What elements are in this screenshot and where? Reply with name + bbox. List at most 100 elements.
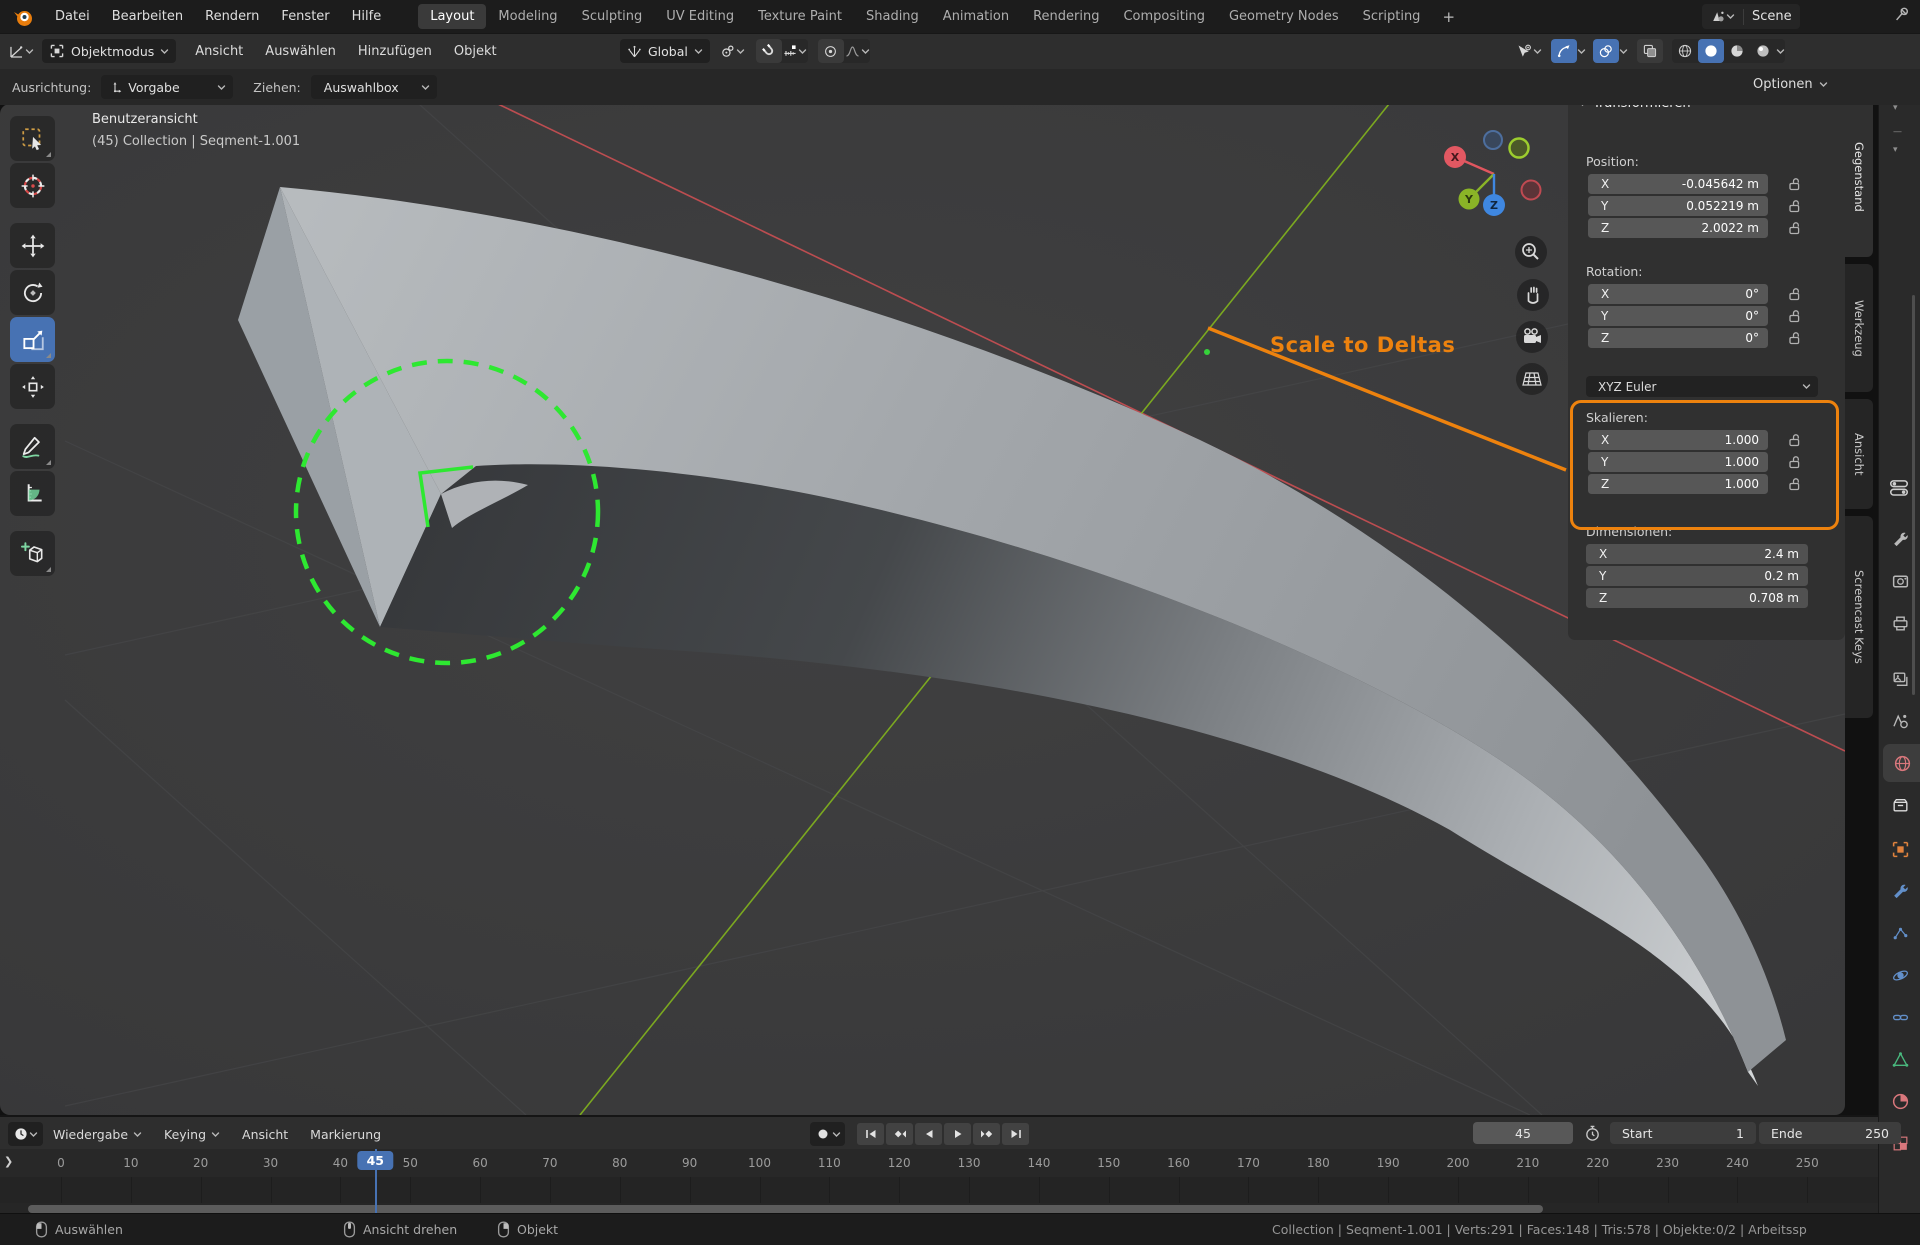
timeline-menu-markierung[interactable]: Markierung <box>310 1127 381 1142</box>
current-frame-badge[interactable]: 45 <box>358 1151 393 1170</box>
move-tool-button[interactable] <box>10 223 55 268</box>
properties-tab-constraints[interactable] <box>1879 998 1920 1036</box>
viewport-menu-auswählen[interactable]: Auswählen <box>254 44 347 59</box>
transform-field-skalieren-x[interactable]: X1.000 <box>1588 430 1768 450</box>
transform-field-position-z[interactable]: Z2.0022 m <box>1588 218 1768 238</box>
snap-settings-dropdown[interactable] <box>782 39 808 63</box>
properties-tab-object[interactable] <box>1879 830 1920 868</box>
shading-solid-button[interactable] <box>1698 39 1724 63</box>
transform-field-dimensionen-y[interactable]: Y0.2 m <box>1586 566 1808 586</box>
mode-dropdown[interactable]: Objektmodus <box>42 39 176 63</box>
timeline-editor-type-dropdown[interactable] <box>8 1122 43 1146</box>
menu-datei[interactable]: Datei <box>44 9 101 24</box>
add-cube-tool-button[interactable] <box>10 531 55 576</box>
frame-start-field[interactable]: Start1 <box>1610 1122 1756 1144</box>
workspace-tab-compositing[interactable]: Compositing <box>1111 4 1217 29</box>
xray-toggle[interactable] <box>1637 39 1663 63</box>
viewport-menu-ansicht[interactable]: Ansicht <box>184 44 254 59</box>
transform-field-rotation-z[interactable]: Z0° <box>1588 328 1768 348</box>
show-overlays-toggle[interactable] <box>1593 39 1619 63</box>
rotate-tool-button[interactable] <box>10 270 55 315</box>
chevron-down-icon[interactable] <box>1776 47 1785 56</box>
menu-rendern[interactable]: Rendern <box>194 9 270 24</box>
sidebar-tab-gegenstand[interactable]: Gegenstand <box>1845 97 1873 257</box>
unlock-icon[interactable] <box>1784 173 1804 195</box>
workspace-tab-modeling[interactable]: Modeling <box>486 4 569 29</box>
stopwatch-icon[interactable] <box>1584 1125 1601 1142</box>
jump-to-start-button[interactable] <box>857 1123 884 1145</box>
properties-tab-modifiers[interactable] <box>1879 872 1920 910</box>
transform-field-position-y[interactable]: Y0.052219 m <box>1588 196 1768 216</box>
cursor-3d-tool-button[interactable] <box>10 163 55 208</box>
blender-logo-icon[interactable] <box>12 6 34 28</box>
play-button[interactable] <box>944 1123 971 1145</box>
play-reverse-button[interactable] <box>915 1123 942 1145</box>
unlock-icon[interactable] <box>1784 451 1804 473</box>
timeline-menu-wiedergabe[interactable]: Wiedergabe <box>53 1127 142 1142</box>
timeline-scrollbar[interactable] <box>28 1205 1543 1213</box>
jump-to-end-button[interactable] <box>1002 1123 1029 1145</box>
transform-field-rotation-y[interactable]: Y0° <box>1588 306 1768 326</box>
transform-field-skalieren-y[interactable]: Y1.000 <box>1588 452 1768 472</box>
properties-tab-output[interactable] <box>1879 604 1920 642</box>
zoom-button[interactable] <box>1515 236 1547 268</box>
workspace-tab-shading[interactable]: Shading <box>854 4 931 29</box>
properties-tab-physics[interactable] <box>1879 956 1920 994</box>
sidebar-tab-werkzeug[interactable]: Werkzeug <box>1845 264 1873 392</box>
snap-toggle[interactable] <box>756 39 782 63</box>
unlock-icon[interactable] <box>1784 327 1804 349</box>
pin-icon[interactable] <box>1893 5 1911 25</box>
properties-tab-view-layer[interactable] <box>1879 660 1920 698</box>
viewport-menu-hinzufügen[interactable]: Hinzufügen <box>347 44 443 59</box>
shading-material-button[interactable] <box>1724 39 1750 63</box>
orientation-dropdown[interactable]: Global <box>620 39 710 63</box>
chevron-down-icon[interactable] <box>1619 47 1628 56</box>
properties-editor-type-icon[interactable] <box>1888 477 1910 499</box>
unlock-icon[interactable] <box>1784 283 1804 305</box>
workspace-tab-scripting[interactable]: Scripting <box>1351 4 1433 29</box>
menu-hilfe[interactable]: Hilfe <box>341 9 393 24</box>
shading-rendered-button[interactable] <box>1750 39 1776 63</box>
auto-keying-toggle[interactable] <box>810 1122 845 1146</box>
drag-value-dropdown[interactable]: Auswahlbox <box>311 75 437 99</box>
add-workspace-button[interactable]: + <box>1432 8 1465 26</box>
workspace-tab-layout[interactable]: Layout <box>418 4 486 29</box>
workspace-tab-rendering[interactable]: Rendering <box>1021 4 1111 29</box>
rotation-mode-dropdown[interactable]: XYZ Euler <box>1586 376 1818 397</box>
transform-field-dimensionen-z[interactable]: Z0.708 m <box>1586 588 1808 608</box>
transform-tool-button[interactable] <box>10 364 55 409</box>
show-gizmo-toggle[interactable] <box>1551 39 1577 63</box>
transform-field-rotation-x[interactable]: X0° <box>1588 284 1768 304</box>
workspace-tab-animation[interactable]: Animation <box>931 4 1021 29</box>
timeline-menu-ansicht[interactable]: Ansicht <box>242 1127 288 1142</box>
scene-name[interactable]: Scene <box>1752 9 1792 24</box>
annotate-tool-button[interactable] <box>10 424 55 469</box>
pivot-point-dropdown[interactable] <box>720 39 746 63</box>
properties-tab-scene[interactable] <box>1879 702 1920 740</box>
workspace-tab-sculpting[interactable]: Sculpting <box>570 4 655 29</box>
scene-selector[interactable]: Scene <box>1702 4 1800 29</box>
prev-keyframe-button[interactable] <box>886 1123 913 1145</box>
editor-type-3d-viewport-icon[interactable] <box>8 39 34 63</box>
workspace-tab-texture-paint[interactable]: Texture Paint <box>746 4 854 29</box>
properties-tab-tool[interactable] <box>1879 520 1920 558</box>
options-dropdown[interactable]: Optionen <box>1753 77 1828 92</box>
menu-bearbeiten[interactable]: Bearbeiten <box>101 9 194 24</box>
unlock-icon[interactable] <box>1784 305 1804 327</box>
properties-tab-material[interactable] <box>1879 1082 1920 1120</box>
timeline-track[interactable] <box>0 1177 1878 1203</box>
unlock-icon[interactable] <box>1784 473 1804 495</box>
scale-tool-button[interactable] <box>10 317 55 362</box>
menu-fenster[interactable]: Fenster <box>270 9 340 24</box>
shading-wireframe-button[interactable] <box>1672 39 1698 63</box>
proportional-falloff-dropdown[interactable] <box>844 39 870 63</box>
timeline-ruler[interactable]: 0102030405060708090100110120130140150160… <box>0 1149 1878 1177</box>
properties-tab-world[interactable] <box>1883 744 1920 782</box>
measure-tool-button[interactable] <box>10 471 55 516</box>
show-object-types-dropdown[interactable] <box>1516 39 1542 63</box>
unlock-icon[interactable] <box>1784 195 1804 217</box>
unlock-icon[interactable] <box>1784 429 1804 451</box>
current-frame-field[interactable]: 45 <box>1473 1122 1573 1144</box>
transform-field-position-x[interactable]: X-0.045642 m <box>1588 174 1768 194</box>
viewport-menu-objekt[interactable]: Objekt <box>443 44 508 59</box>
